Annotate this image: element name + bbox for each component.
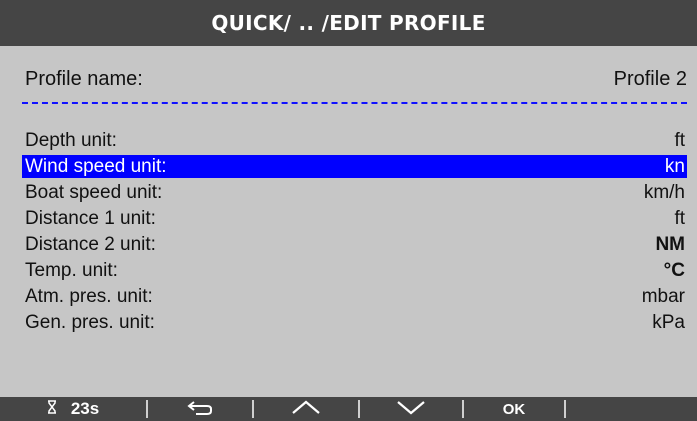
unit-value: NM xyxy=(655,233,685,255)
unit-value: °C xyxy=(663,259,685,281)
unit-label: Gen. pres. unit: xyxy=(25,311,155,333)
unit-row-atm-pres[interactable]: Atm. pres. unit: mbar xyxy=(22,285,687,308)
profile-name-label: Profile name: xyxy=(25,67,143,90)
unit-label: Distance 1 unit: xyxy=(25,207,156,229)
unit-label: Distance 2 unit: xyxy=(25,233,156,255)
timeout-indicator: 23s xyxy=(0,397,146,421)
unit-row-gen-pres[interactable]: Gen. pres. unit: kPa xyxy=(22,311,687,334)
unit-label: Boat speed unit: xyxy=(25,181,163,203)
chevron-down-icon xyxy=(395,399,427,420)
unit-label: Temp. unit: xyxy=(25,259,118,281)
unit-label: Wind speed unit: xyxy=(25,155,167,177)
empty-softkey xyxy=(566,397,690,421)
profile-name-value: Profile 2 xyxy=(613,67,687,90)
back-arrow-icon xyxy=(186,399,214,420)
ok-label: OK xyxy=(502,400,526,418)
profile-name-row[interactable]: Profile name: Profile 2 xyxy=(22,64,687,94)
down-button[interactable] xyxy=(360,397,462,421)
edit-profile-screen: QUICK/ .. /EDIT PROFILE Profile name: Pr… xyxy=(0,0,697,421)
unit-row-temp[interactable]: Temp. unit: °C xyxy=(22,259,687,282)
unit-value: ft xyxy=(674,207,685,229)
unit-label: Depth unit: xyxy=(25,129,117,151)
up-button[interactable] xyxy=(254,397,358,421)
unit-row-boat-speed[interactable]: Boat speed unit: km/h xyxy=(22,181,687,204)
hourglass-icon xyxy=(47,399,57,419)
dashed-divider xyxy=(22,102,687,104)
unit-row-depth[interactable]: Depth unit: ft xyxy=(22,129,687,152)
unit-row-distance-2[interactable]: Distance 2 unit: NM xyxy=(22,233,687,256)
unit-value: kn xyxy=(664,155,685,177)
breadcrumb: QUICK/ .. /EDIT PROFILE xyxy=(211,11,486,35)
ok-button[interactable]: OK xyxy=(464,397,564,421)
back-button[interactable] xyxy=(148,397,252,421)
timer-text: 23s xyxy=(70,399,100,418)
unit-row-distance-1[interactable]: Distance 1 unit: ft xyxy=(22,207,687,230)
unit-value: mbar xyxy=(641,285,685,307)
unit-value: ft xyxy=(674,129,685,151)
chevron-up-icon xyxy=(290,399,322,420)
softkey-bar: 23s OK xyxy=(0,397,697,421)
title-bar: QUICK/ .. /EDIT PROFILE xyxy=(0,0,697,46)
unit-value: kPa xyxy=(652,311,685,333)
unit-value: km/h xyxy=(643,181,685,203)
unit-row-wind-speed[interactable]: Wind speed unit: kn xyxy=(22,155,687,178)
unit-label: Atm. pres. unit: xyxy=(25,285,153,307)
